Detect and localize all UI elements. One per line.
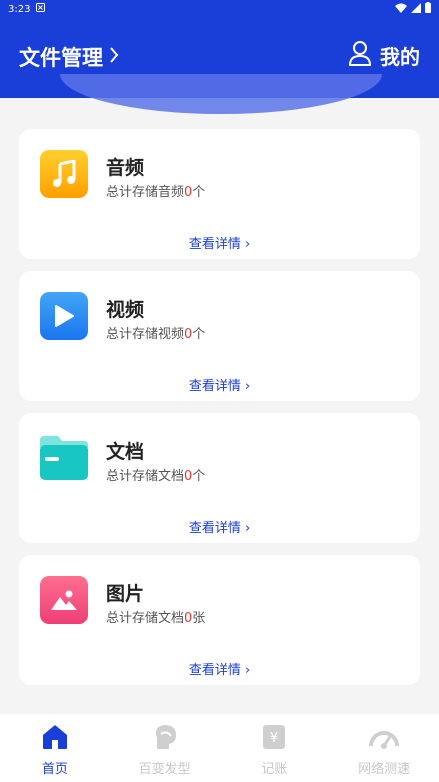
svg-text:¥: ¥ [270, 731, 278, 746]
tab-home[interactable]: 首页 [0, 714, 110, 782]
header-arc [60, 74, 382, 114]
card-title: 文档 [106, 441, 145, 463]
card-description: 总计存储音频0个 [106, 185, 206, 200]
view-details-link[interactable]: 查看详情 › [19, 375, 420, 394]
bottom-tab-bar: 首页 百变发型 ¥ 记账 网络测速 [0, 714, 439, 782]
card-title: 视频 [106, 299, 145, 321]
audio-card[interactable]: 音频 总计存储音频0个 查看详情 › [19, 129, 420, 259]
signal-icon [411, 2, 421, 16]
video-card[interactable]: 视频 总计存储视频0个 查看详情 › [19, 271, 420, 401]
chevron-right-icon [109, 45, 119, 69]
page-title: 文件管理 [19, 46, 103, 70]
tab-ledger[interactable]: ¥ 记账 [220, 714, 330, 782]
user-icon [348, 40, 372, 71]
tab-speed-test[interactable]: 网络测速 [329, 714, 439, 782]
view-details-link[interactable]: 查看详情 › [19, 517, 420, 536]
status-bar: 3:23 [0, 0, 439, 18]
image-icon [40, 576, 88, 624]
view-details-link[interactable]: 查看详情 › [19, 233, 420, 252]
card-title: 图片 [106, 583, 145, 605]
battery-icon [425, 2, 431, 16]
hairstyle-icon [151, 724, 179, 754]
card-title: 音频 [106, 157, 145, 179]
view-details-link[interactable]: 查看详情 › [19, 659, 420, 678]
music-note-icon [40, 150, 88, 198]
status-time: 3:23 [8, 3, 31, 15]
ledger-icon: ¥ [260, 724, 288, 754]
notification-icon [36, 3, 46, 15]
speedometer-icon [369, 724, 400, 754]
card-description: 总计存储文档0张 [106, 611, 206, 626]
document-card[interactable]: 文档 总计存储文档0个 查看详情 › [19, 413, 420, 543]
tab-label: 百变发型 [138, 762, 191, 777]
play-icon [40, 292, 88, 340]
card-description: 总计存储文档0个 [106, 469, 206, 484]
tab-hairstyle[interactable]: 百变发型 [110, 714, 220, 782]
tab-label: 网络测速 [358, 762, 411, 777]
wifi-icon [395, 3, 407, 16]
home-icon [41, 724, 69, 754]
card-description: 总计存储视频0个 [106, 327, 206, 342]
profile-label: 我的 [380, 45, 420, 69]
folder-icon [40, 434, 88, 482]
tab-label: 首页 [41, 762, 68, 777]
file-management-title[interactable]: 文件管理 [19, 42, 119, 72]
image-card[interactable]: 图片 总计存储文档0张 查看详情 › [19, 555, 420, 685]
tab-label: 记账 [261, 762, 288, 777]
profile-button[interactable]: 我的 [348, 40, 420, 71]
